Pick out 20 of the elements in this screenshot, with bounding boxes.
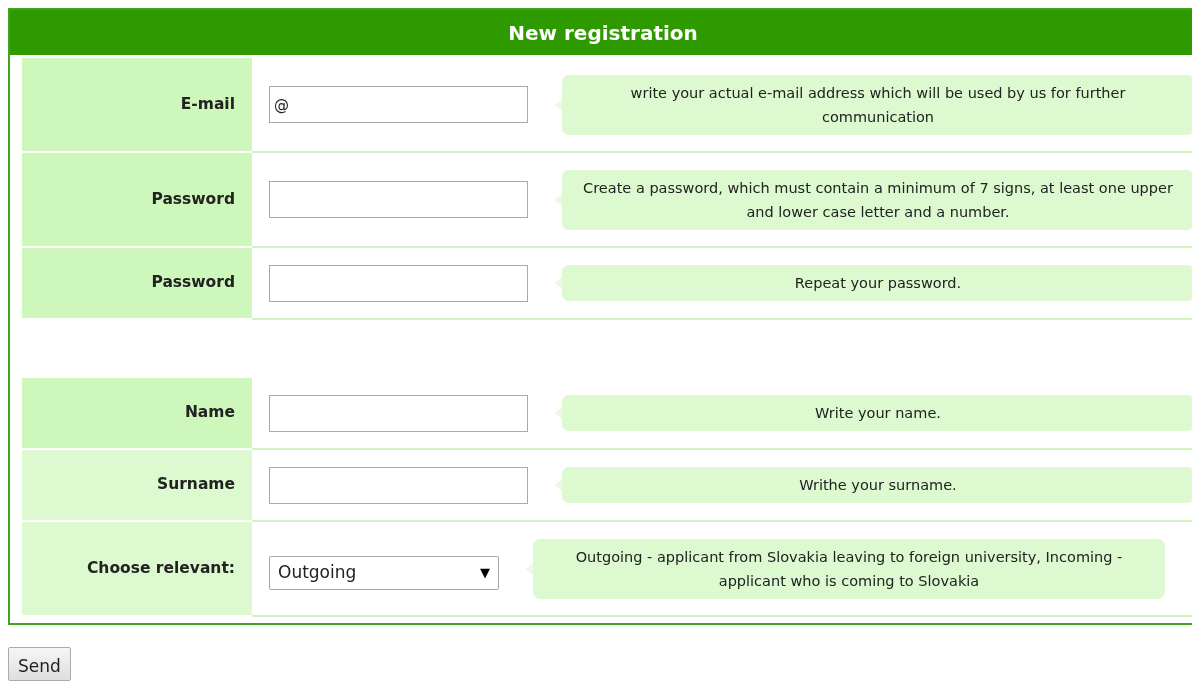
input-field[interactable] bbox=[269, 394, 528, 432]
field-label: E-mail bbox=[22, 58, 252, 151]
input-field[interactable] bbox=[269, 466, 528, 504]
field-label: Name bbox=[22, 378, 252, 448]
field-label: Surname bbox=[22, 450, 252, 520]
hint-text: write your actual e-mail address which will be used by us for further communication bbox=[562, 74, 1192, 135]
form-title: New registration bbox=[10, 10, 1192, 55]
field-label: Password bbox=[22, 248, 252, 318]
hint-text: Create a password, which must contain a minimum of 7 signs, at least one upper and lower case letter and a number. bbox=[562, 169, 1192, 230]
hint-text: Writhe your surname. bbox=[562, 467, 1192, 503]
input-field[interactable]: @ bbox=[269, 86, 528, 123]
field-label: Choose relevant: bbox=[22, 522, 252, 615]
send-button[interactable]: Send bbox=[8, 647, 71, 681]
field-label: Password bbox=[22, 153, 252, 246]
input-field[interactable] bbox=[269, 264, 528, 302]
hint-text: Outgoing - applicant from Slovakia leaving to foreign university, Incoming - applicant who is coming to Slovakia bbox=[533, 538, 1165, 599]
hint-text: Repeat your password. bbox=[562, 265, 1192, 301]
dropdown[interactable]: Outgoing ▼ bbox=[269, 555, 499, 590]
hint-text: Write your name. bbox=[562, 395, 1192, 431]
input-field[interactable] bbox=[269, 181, 528, 218]
